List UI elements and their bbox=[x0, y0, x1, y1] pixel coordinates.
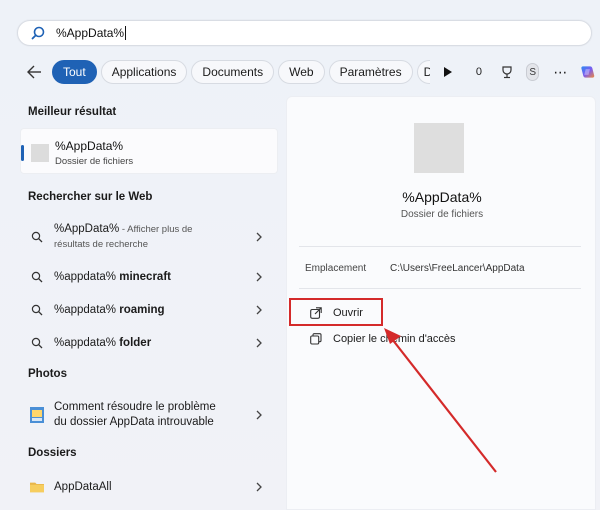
preview-panel: %AppData% Dossier de fichiers Emplacemen… bbox=[286, 96, 596, 510]
location-value[interactable]: C:\Users\FreeLancer\AppData bbox=[390, 263, 525, 274]
tab-documents[interactable]: Documents bbox=[191, 60, 275, 84]
filter-bar: Tout Applications Documents Web Paramètr… bbox=[26, 58, 596, 86]
web-result-item[interactable]: %appdata% roaming bbox=[20, 301, 278, 319]
web-result-keyword: folder bbox=[119, 336, 152, 349]
search-icon bbox=[30, 25, 46, 41]
avatar[interactable]: S bbox=[526, 63, 540, 81]
chevron-right-icon bbox=[254, 305, 264, 315]
chevron-right-icon bbox=[254, 232, 264, 242]
tab-applications[interactable]: Applications bbox=[100, 60, 188, 84]
highlight-box bbox=[289, 298, 383, 326]
chevron-right-icon bbox=[254, 482, 264, 492]
folder-result-item[interactable]: AppDataAll bbox=[20, 478, 278, 496]
copilot-icon[interactable] bbox=[580, 61, 596, 83]
search-bar[interactable]: %AppData% bbox=[17, 20, 592, 46]
folder-thumbnail bbox=[31, 144, 49, 162]
search-icon bbox=[30, 270, 44, 284]
folder-preview-thumbnail bbox=[414, 123, 464, 173]
preview-title: %AppData% bbox=[402, 189, 482, 205]
photo-result-line1: Comment résoudre le problème bbox=[54, 401, 216, 413]
search-icon bbox=[30, 336, 44, 350]
selection-indicator bbox=[21, 145, 24, 161]
web-result-hint-line2: résultats de recherche bbox=[54, 239, 148, 250]
rewards-count: 0 bbox=[475, 66, 483, 78]
best-match-item[interactable]: %AppData% Dossier de fichiers bbox=[20, 128, 278, 174]
copy-path-button[interactable]: Copier le chemin d'accès bbox=[309, 332, 456, 346]
folder-result-label: AppDataAll bbox=[54, 480, 112, 493]
web-search-heading: Rechercher sur le Web bbox=[28, 191, 153, 203]
web-result-prefix: %appdata% bbox=[54, 270, 120, 283]
chevron-right-icon bbox=[254, 272, 264, 282]
copy-icon bbox=[309, 332, 323, 346]
search-icon bbox=[30, 230, 44, 244]
best-match-subtitle: Dossier de fichiers bbox=[55, 156, 134, 167]
best-match-title: %AppData% bbox=[55, 139, 124, 153]
web-result-prefix: %appdata% bbox=[54, 303, 120, 316]
divider bbox=[299, 288, 581, 289]
copy-path-label: Copier le chemin d'accès bbox=[333, 333, 456, 345]
tab-tout[interactable]: Tout bbox=[52, 60, 97, 84]
more-options-icon[interactable]: ⋯ bbox=[553, 64, 568, 80]
tab-web[interactable]: Web bbox=[278, 60, 325, 84]
folders-heading: Dossiers bbox=[28, 447, 77, 459]
photo-result-line2: du dossier AppData introuvable bbox=[54, 416, 214, 428]
text-caret bbox=[125, 26, 127, 40]
tab-truncated[interactable]: D bbox=[416, 60, 431, 84]
chevron-right-icon bbox=[254, 338, 264, 348]
preview-subtitle: Dossier de fichiers bbox=[400, 209, 484, 220]
search-input[interactable]: %AppData% bbox=[56, 26, 124, 40]
web-result-hint: - Afficher plus de bbox=[119, 224, 193, 235]
divider bbox=[299, 246, 581, 247]
chevron-right-icon bbox=[254, 410, 264, 420]
web-result-query: %AppData% bbox=[54, 223, 120, 235]
web-result-item[interactable]: %AppData% - Afficher plus de résultats d… bbox=[20, 220, 278, 254]
search-icon bbox=[30, 303, 44, 317]
photo-icon bbox=[30, 407, 44, 423]
location-label: Emplacement bbox=[305, 263, 367, 274]
best-match-heading: Meilleur résultat bbox=[28, 106, 117, 118]
folder-icon bbox=[30, 480, 44, 494]
web-result-keyword: minecraft bbox=[119, 270, 171, 283]
web-result-prefix: %appdata% bbox=[54, 336, 120, 349]
back-arrow-icon[interactable] bbox=[26, 62, 42, 82]
photo-result-item[interactable]: Comment résoudre le problème du dossier … bbox=[20, 398, 278, 432]
web-result-keyword: roaming bbox=[119, 303, 165, 316]
tab-parametres[interactable]: Paramètres bbox=[328, 60, 413, 84]
rewards-icon[interactable] bbox=[500, 64, 514, 80]
photos-heading: Photos bbox=[28, 368, 67, 380]
web-result-item[interactable]: %appdata% minecraft bbox=[20, 268, 278, 286]
web-result-item[interactable]: %appdata% folder bbox=[20, 334, 278, 352]
play-icon[interactable] bbox=[440, 61, 456, 83]
